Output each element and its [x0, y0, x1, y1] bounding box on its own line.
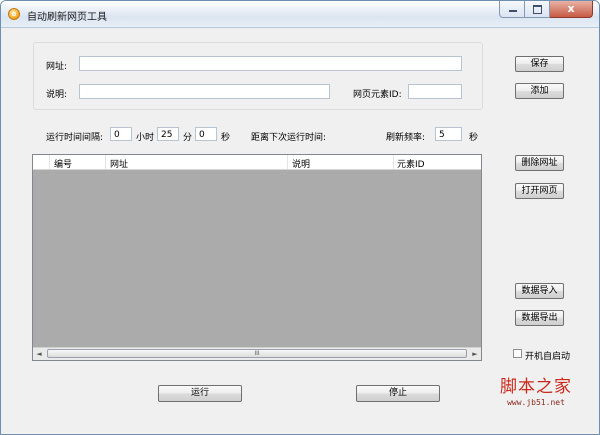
next-run-label: 距离下次运行时间: — [251, 133, 327, 143]
watermark-url: www.jb51.net — [507, 398, 565, 407]
scroll-thumb[interactable]: III — [47, 349, 467, 358]
description-input[interactable] — [79, 84, 330, 99]
close-icon: x — [567, 2, 575, 15]
autostart-label[interactable]: 开机自启动 — [525, 349, 570, 362]
minimize-button[interactable] — [499, 1, 525, 18]
maximize-button[interactable] — [525, 1, 550, 18]
watermark: 脚本之家 www.jb51.net — [481, 372, 591, 407]
export-data-button[interactable]: 数据导出 — [515, 310, 564, 326]
url-list-view[interactable]: 编号 网址 说明 元素ID ◄ III ► — [32, 154, 482, 361]
refresh-frequency-input[interactable]: 5 — [435, 127, 462, 141]
app-icon — [8, 8, 20, 20]
element-id-label: 网页元素ID: — [353, 90, 402, 100]
column-header-element-id[interactable]: 元素ID — [397, 157, 425, 170]
seconds-unit: 秒 — [221, 133, 231, 143]
import-data-button[interactable]: 数据导入 — [515, 283, 564, 299]
description-label: 说明: — [46, 90, 68, 100]
stop-button[interactable]: 停止 — [356, 385, 440, 402]
title-bar[interactable]: 自动刷新网页工具 x — [1, 1, 599, 28]
refresh-frequency-label: 刷新频率: — [386, 133, 426, 143]
list-header: 编号 网址 说明 元素ID — [33, 155, 481, 170]
close-button[interactable]: x — [550, 1, 593, 18]
seconds-input[interactable]: 0 — [195, 127, 217, 141]
url-input-group — [33, 42, 483, 110]
save-button[interactable]: 保存 — [515, 56, 564, 72]
hours-input[interactable]: 0 — [110, 127, 132, 141]
watermark-logo: 脚本之家 — [500, 377, 572, 397]
url-input[interactable] — [79, 56, 462, 71]
scroll-grip-icon: III — [254, 350, 260, 357]
element-id-input[interactable] — [408, 84, 462, 99]
interval-label: 运行时间间隔: — [46, 133, 104, 143]
column-header-description[interactable]: 说明 — [292, 157, 310, 170]
column-separator — [49, 155, 50, 169]
minutes-input[interactable]: 25 — [157, 127, 179, 141]
url-label: 网址: — [46, 62, 68, 72]
column-separator — [287, 155, 288, 169]
minutes-unit: 分 — [183, 133, 193, 143]
app-window: 自动刷新网页工具 x 网址: 说明: 网页元素ID: 保存 添加 运行时间间隔:… — [0, 0, 600, 435]
scroll-left-icon[interactable]: ◄ — [33, 348, 45, 360]
caption-buttons: x — [499, 1, 593, 19]
window-title: 自动刷新网页工具 — [27, 12, 107, 23]
autostart-checkbox[interactable] — [513, 349, 522, 358]
horizontal-scrollbar[interactable]: ◄ III ► — [33, 347, 481, 360]
open-page-button[interactable]: 打开网页 — [515, 183, 564, 199]
refresh-frequency-unit: 秒 — [469, 133, 479, 143]
column-separator — [105, 155, 106, 169]
run-button[interactable]: 运行 — [158, 385, 242, 402]
add-button[interactable]: 添加 — [515, 83, 564, 99]
delete-url-button[interactable]: 删除网址 — [515, 155, 564, 171]
column-header-url[interactable]: 网址 — [110, 157, 128, 170]
column-header-number[interactable]: 编号 — [54, 157, 72, 170]
column-separator — [393, 155, 394, 169]
scroll-right-icon[interactable]: ► — [469, 348, 481, 360]
hours-unit: 小时 — [136, 133, 155, 143]
